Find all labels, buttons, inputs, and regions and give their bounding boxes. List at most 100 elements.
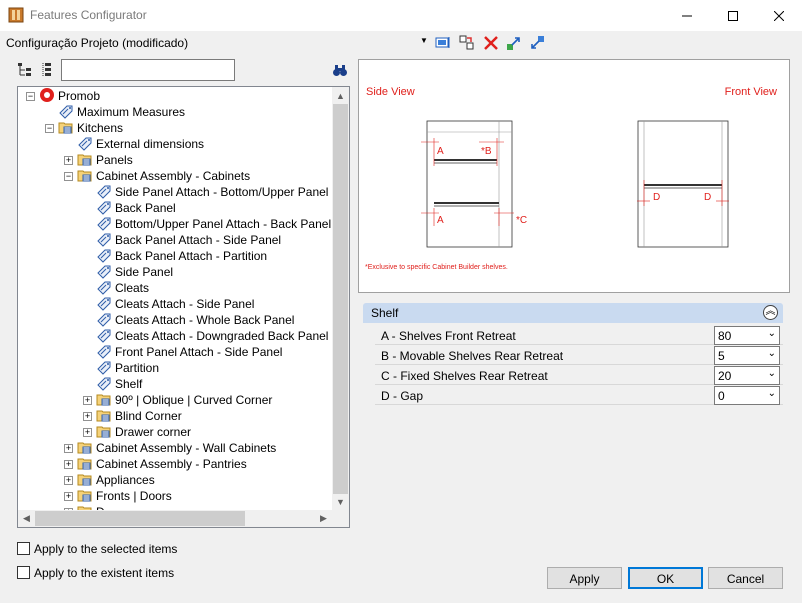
ok-button[interactable]: OK <box>628 567 703 589</box>
tree-item[interactable]: Front Panel Attach - Side Panel <box>83 344 282 360</box>
tree-viewport: − Promob Maximum Measures − Kitchens External… <box>18 87 332 510</box>
tree-item[interactable]: Cleats <box>83 280 149 296</box>
monitor-icon[interactable] <box>434 34 452 52</box>
configuration-select[interactable]: Configuração Projeto (modificado) <box>6 36 188 50</box>
property-value-select[interactable]: 20 ⌄ <box>714 366 780 385</box>
tree-item-label: Cabinet Assembly - Pantries <box>96 457 247 471</box>
chevron-down-icon[interactable]: ⌄ <box>768 328 776 339</box>
chevron-down-icon[interactable]: ⌄ <box>768 348 776 359</box>
tree-item[interactable]: + Drawer corner <box>83 424 191 440</box>
expand-node-icon[interactable]: + <box>64 491 73 501</box>
chevron-down-icon[interactable]: ⌄ <box>768 368 776 379</box>
vertical-scrollbar[interactable]: ▲ ▼ <box>332 87 349 510</box>
mark-c: *C <box>516 215 527 226</box>
tree-item-label: Cleats Attach - Whole Back Panel <box>115 313 295 327</box>
expand-node-icon[interactable]: + <box>64 155 73 165</box>
apply-selected-checkbox[interactable] <box>17 542 30 555</box>
close-button[interactable] <box>756 0 802 31</box>
property-value: 20 <box>718 369 732 383</box>
apply-existent-label: Apply to the existent items <box>34 566 175 580</box>
folder-icon <box>96 423 112 442</box>
mark-a-bottom: A <box>437 215 444 226</box>
chevron-down-icon[interactable]: ⌄ <box>768 388 776 399</box>
tree-item-label: Back Panel Attach - Partition <box>115 249 268 263</box>
tree-item-label: Partition <box>115 361 160 375</box>
property-name: D - Gap <box>381 389 424 403</box>
mark-d-left: D <box>653 192 660 203</box>
collapse-group-icon[interactable]: ︽ <box>763 305 778 320</box>
front-view-drawing: D D <box>637 120 729 248</box>
delete-icon[interactable] <box>482 34 500 52</box>
horizontal-scroll-thumb[interactable] <box>35 511 245 526</box>
vertical-scroll-thumb[interactable] <box>333 104 348 494</box>
scroll-right-icon[interactable]: ▶ <box>315 510 332 527</box>
expand-node-icon[interactable]: + <box>64 475 73 485</box>
expand-tree-icon[interactable] <box>17 62 33 78</box>
collapse-node-icon[interactable]: − <box>64 171 73 181</box>
tree-item[interactable]: Bottom/Upper Panel Attach - Back Panel <box>83 216 331 232</box>
property-row: A - Shelves Front Retreat 80 ⌄ <box>375 325 783 345</box>
scroll-up-icon[interactable]: ▲ <box>332 87 349 104</box>
tree-item[interactable]: + Cabinet Assembly - Wall Cabinets <box>64 440 276 456</box>
scroll-down-icon[interactable]: ▼ <box>332 493 349 510</box>
import-icon[interactable] <box>528 34 546 52</box>
search-input[interactable] <box>61 59 235 81</box>
apply-existent-checkbox[interactable] <box>17 566 30 579</box>
minimize-icon <box>682 15 692 16</box>
cancel-button[interactable]: Cancel <box>708 567 783 589</box>
promob-logo-icon <box>39 87 55 106</box>
horizontal-scrollbar[interactable]: ◀ ▶ <box>18 510 332 527</box>
property-row: B - Movable Shelves Rear Retreat 5 ⌄ <box>375 345 783 365</box>
expand-node-icon[interactable]: + <box>83 395 92 405</box>
property-value-select[interactable]: 0 ⌄ <box>714 386 780 405</box>
folder-icon <box>77 167 93 186</box>
tree-item-label: Panels <box>96 153 133 167</box>
mark-a-top: A <box>437 146 444 157</box>
minimize-button[interactable] <box>664 0 710 31</box>
tree-item[interactable]: Back Panel Attach - Side Panel <box>83 232 281 248</box>
maximize-icon <box>728 10 738 21</box>
expand-node-icon[interactable]: + <box>64 443 73 453</box>
property-value-select[interactable]: 5 ⌄ <box>714 346 780 365</box>
scroll-corner <box>332 510 349 527</box>
tree-item-label: Cleats Attach - Downgraded Back Panel | … <box>115 329 332 343</box>
property-name: A - Shelves Front Retreat <box>381 329 516 343</box>
expand-node-icon[interactable]: + <box>83 411 92 421</box>
property-group-header[interactable]: Shelf ︽ <box>363 303 783 323</box>
binoculars-icon[interactable] <box>332 62 348 78</box>
tree-item-label: 90º | Oblique | Curved Corner <box>115 393 273 407</box>
tree-item-label: Back Panel Attach - Side Panel <box>115 233 282 247</box>
copy-config-icon[interactable] <box>458 34 476 52</box>
tree-item[interactable]: Cleats Attach - Downgraded Back Panel | … <box>83 328 332 344</box>
tree-item[interactable]: Partition <box>83 360 159 376</box>
scroll-left-icon[interactable]: ◀ <box>18 510 35 527</box>
shelf-diagram: Side View Front View A *B A *C D D *Excl… <box>365 86 777 271</box>
preview-panel: Side View Front View A *B A *C D D *Excl… <box>358 59 790 293</box>
tree-item[interactable]: Cleats Attach - Whole Back Panel <box>83 312 294 328</box>
tree-item-label: Maximum Measures <box>77 105 186 119</box>
collapse-node-icon[interactable]: − <box>45 123 54 133</box>
tree-item[interactable]: − Cabinet Assembly - Cabinets <box>64 168 250 184</box>
collapse-node-icon[interactable]: − <box>26 91 35 101</box>
property-row: D - Gap 0 ⌄ <box>375 385 783 405</box>
dropdown-arrow-icon[interactable]: ▼ <box>420 36 428 45</box>
tree-item-label: Shelf <box>115 377 143 391</box>
features-tree[interactable]: − Promob Maximum Measures − Kitchens External… <box>17 86 350 528</box>
export-icon[interactable] <box>505 34 523 52</box>
maximize-button[interactable] <box>710 0 756 31</box>
tree-item-label: Cleats <box>115 281 150 295</box>
tree-item[interactable]: + Panels <box>64 152 133 168</box>
property-value-select[interactable]: 80 ⌄ <box>714 326 780 345</box>
side-view-label: Side View <box>366 86 415 98</box>
tree-item[interactable]: Side Panel Attach - Bottom/Upper Panel <box>83 184 328 200</box>
tree-item[interactable]: Shelf <box>83 376 142 392</box>
title-bar: Features Configurator <box>0 0 802 31</box>
close-icon <box>774 10 784 21</box>
window-title: Features Configurator <box>30 8 147 22</box>
expand-node-icon[interactable]: + <box>64 459 73 469</box>
apply-button[interactable]: Apply <box>547 567 622 589</box>
collapse-tree-icon[interactable] <box>40 62 56 78</box>
tree-item-label: Promob <box>58 89 101 103</box>
expand-node-icon[interactable]: + <box>83 427 92 437</box>
tree-item-label: Side Panel Attach - Bottom/Upper Panel <box>115 185 329 199</box>
